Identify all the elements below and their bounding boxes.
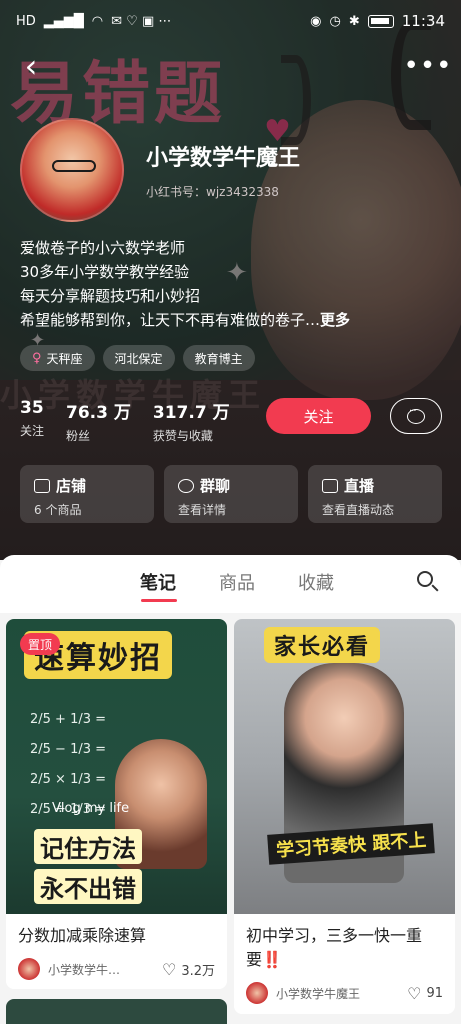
note-meta: 小学数学牛… ♡ 3.2万 <box>6 954 227 989</box>
cover-sticker: 永不出错 <box>34 869 142 904</box>
group-chat-card[interactable]: 群聊 查看详情 <box>164 465 298 523</box>
heart-icon: ♡ <box>161 959 177 979</box>
cover-sticker: 记住方法 <box>34 829 142 864</box>
more-dots-icon: ••• <box>403 51 453 81</box>
wifi-icon: ◠ <box>91 13 104 29</box>
stat-following[interactable]: 35 关注 <box>20 398 44 444</box>
bio-line: 爱做卷子的小六数学老师 <box>20 239 186 257</box>
author-name[interactable]: 小学数学牛魔王 <box>276 985 407 1002</box>
bluetooth-icon: ✱ <box>348 13 360 29</box>
follow-button[interactable]: 关注 <box>266 398 371 434</box>
active-tab-indicator <box>141 599 177 602</box>
tab-collections[interactable]: 收藏 <box>298 569 334 595</box>
note-cover[interactable]: 置顶 速算妙招 2/5 + 1/3 = 2/5 − 1/3 = 2/5 × 1/… <box>6 619 227 914</box>
cover-title: 家长必看 <box>264 627 381 663</box>
stat-value: 76.3 万 <box>66 403 131 423</box>
tab-products[interactable]: 商品 <box>219 569 255 595</box>
note-card[interactable]: 家长必看 学习节奏快 跟不上 初中学习，三多一快一重要‼️ 小学数学牛魔王 ♡ 9… <box>234 619 455 1014</box>
bio-more-link[interactable]: 更多 <box>320 311 350 329</box>
avatar-glasses <box>52 160 96 172</box>
card-subtitle: 查看直播动态 <box>322 503 395 517</box>
note-title: 初中学习，三多一快一重要‼️ <box>246 926 423 969</box>
pinned-badge: 置顶 <box>20 633 61 655</box>
like-count: 3.2万 <box>181 963 215 979</box>
tag-zodiac: ♀ 天秤座 <box>20 345 95 371</box>
store-card[interactable]: 店铺 6 个商品 <box>20 465 154 523</box>
stat-label: 粉丝 <box>66 429 91 443</box>
note-card[interactable]: 置顶 速算妙招 2/5 + 1/3 = 2/5 − 1/3 = 2/5 × 1/… <box>6 619 227 989</box>
message-button[interactable] <box>390 398 442 434</box>
author-name[interactable]: 小学数学牛… <box>48 961 162 978</box>
tag-category: 教育博主 <box>182 345 255 371</box>
like-button[interactable]: ♡ 3.2万 <box>162 960 215 979</box>
stat-label: 获赞与收藏 <box>152 429 213 443</box>
author-avatar[interactable] <box>18 958 40 980</box>
search-button[interactable] <box>415 569 441 595</box>
stat-followers[interactable]: 76.3 万 粉丝 <box>66 398 131 444</box>
note-cover[interactable]: 家长必看 学习节奏快 跟不上 <box>234 619 455 914</box>
top-navigation: ‹ ••• <box>0 44 461 88</box>
avatar[interactable] <box>20 118 124 222</box>
heart-icon: ♡ <box>407 983 422 1003</box>
card-subtitle: 6 个商品 <box>34 503 82 517</box>
profile-red-id[interactable]: 小红书号：wjz3432338 <box>146 183 279 200</box>
alarm-icon: ◷ <box>329 13 341 29</box>
math-line: 2/5 − 1/3 = <box>30 742 107 757</box>
notes-feed: 置顶 速算妙招 2/5 + 1/3 = 2/5 − 1/3 = 2/5 × 1/… <box>0 613 461 1024</box>
profile-tags: ♀ 天秤座 河北保定 教育博主 <box>20 345 255 371</box>
card-title: 店铺 <box>56 477 87 495</box>
note-title: 分数加减乘除速算 <box>18 926 147 945</box>
content-tab-bar: 笔记 商品 收藏 <box>0 555 461 613</box>
entry-cards: 店铺 6 个商品 群聊 查看详情 直播 查看直播动态 <box>20 465 442 523</box>
tag-label: 教育博主 <box>194 351 243 366</box>
note-meta: 小学数学牛魔王 ♡ 91 <box>234 978 455 1014</box>
tab-notes[interactable]: 笔记 <box>140 569 176 595</box>
bio-line-text: 希望能够帮到你，让天下不再有难做的卷子… <box>20 311 321 329</box>
bio-line: 每天分享解题技巧和小妙招 <box>20 287 201 305</box>
tag-label: 天秤座 <box>46 351 83 366</box>
card-title: 直播 <box>344 477 375 495</box>
female-icon: ♀ <box>32 350 42 366</box>
store-icon <box>34 478 50 493</box>
math-line: 2/5 × 1/3 = <box>30 772 107 787</box>
card-title: 群聊 <box>200 477 231 495</box>
math-line: 2/5 + 1/3 = <box>30 712 107 727</box>
tag-location: 河北保定 <box>102 345 175 371</box>
profile-stats: 35 关注 76.3 万 粉丝 317.7 万 获赞与收藏 <box>20 398 230 444</box>
chevron-left-icon: ‹ <box>24 47 38 85</box>
search-icon <box>417 571 433 587</box>
eye-icon: ◉ <box>310 13 322 29</box>
note-card-partial[interactable] <box>6 999 227 1024</box>
status-bar: HD ▂▄▆█ ◠ ✉ ♡ ▣ ⋯ ◉ ◷ ✱ 11:34 <box>0 0 461 42</box>
more-options-button[interactable]: ••• <box>404 48 452 84</box>
live-card[interactable]: 直播 查看直播动态 <box>308 465 442 523</box>
stat-label: 关注 <box>20 424 45 438</box>
author-avatar[interactable] <box>246 982 268 1004</box>
status-time: 11:34 <box>401 12 445 30</box>
chat-bubble-icon <box>407 406 425 424</box>
notification-icons: ✉ ♡ ▣ ⋯ <box>111 13 172 29</box>
card-subtitle: 查看详情 <box>178 503 227 517</box>
like-button[interactable]: ♡ 91 <box>407 984 443 1003</box>
hd-icon: HD <box>16 13 36 29</box>
stat-likes-collections[interactable]: 317.7 万 获赞与收藏 <box>153 398 230 444</box>
stat-value: 317.7 万 <box>152 403 230 423</box>
live-icon <box>322 478 338 493</box>
cover-vlog-text: Vlog my life <box>52 801 130 816</box>
tag-label: 河北保定 <box>114 351 163 366</box>
bio-line: 30多年小学数学教学经验 <box>20 263 190 281</box>
like-count: 91 <box>426 985 443 1001</box>
signal-icon: ▂▄▆█ <box>43 13 84 29</box>
battery-icon <box>367 14 394 28</box>
profile-bio[interactable]: 爱做卷子的小六数学老师 30多年小学数学教学经验 每天分享解题技巧和小妙招 希望… <box>20 236 440 332</box>
search-icon-handle <box>431 584 439 592</box>
back-button[interactable]: ‹ <box>16 47 46 85</box>
profile-nickname: 小学数学牛魔王 <box>146 146 301 171</box>
stat-value: 35 <box>20 398 44 418</box>
group-chat-icon <box>178 478 194 493</box>
bio-line: 希望能够帮到你，让天下不再有难做的卷子…更多 <box>20 308 440 332</box>
